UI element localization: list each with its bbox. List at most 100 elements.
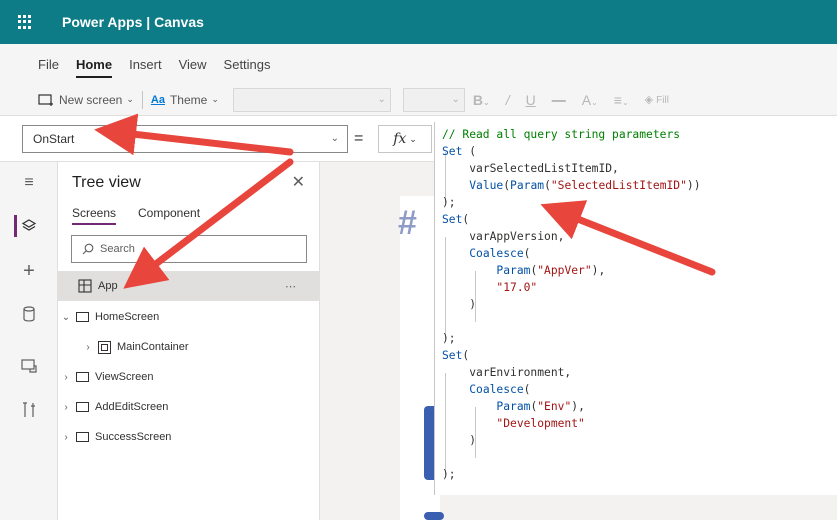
theme-icon: Aa [150, 93, 165, 106]
chevron-right-icon[interactable]: › [60, 372, 72, 383]
new-screen-label: New screen [59, 92, 123, 107]
waffle-icon[interactable] [18, 15, 32, 29]
code-function: Set [442, 145, 463, 158]
code-function: Set [442, 213, 463, 226]
code-line: ); [442, 196, 456, 209]
ribbon-toolbar: New screen ⌄ Aa Theme ⌄ ⌄ ⌄ B⌄ / U ― A⌄ … [0, 84, 837, 116]
screen-icon [76, 402, 89, 412]
code-line: ); [442, 332, 456, 345]
fill-label: Fill [656, 95, 669, 106]
app-icon [78, 279, 92, 293]
code-line: Value(Param("SelectedListItemID")) [469, 179, 701, 192]
menu-settings[interactable]: Settings [224, 57, 271, 72]
equals-sign: = [354, 130, 364, 147]
toolbar-divider [141, 90, 143, 109]
code-string: "SelectedListItemID" [550, 179, 687, 192]
fill-button[interactable]: ◈ Fill [645, 93, 669, 106]
new-screen-button[interactable]: New screen ⌄ [38, 93, 134, 107]
canvas-button [424, 512, 444, 520]
search-icon [82, 243, 94, 255]
code-line: ) [442, 298, 477, 311]
tree-item-label: ViewScreen [95, 371, 154, 383]
chevron-down-icon[interactable]: ⌄ [60, 312, 72, 323]
layers-icon[interactable] [0, 218, 58, 239]
tab-components[interactable]: Component [138, 206, 200, 220]
code-variable: varAppVersion, [469, 230, 565, 243]
code-line: Set( [442, 349, 470, 362]
hash-icon: # [398, 204, 417, 242]
chevron-down-icon: ⌄ [211, 94, 219, 104]
align-icon[interactable]: ≡⌄ [614, 92, 629, 108]
menu-view[interactable]: View [179, 57, 207, 72]
tree-item-addeditscreen[interactable]: › AddEditScreen [58, 392, 319, 422]
menu-file[interactable]: File [38, 57, 59, 72]
more-options-icon[interactable]: ⋯ [285, 280, 297, 293]
tree-item-label: HomeScreen [95, 311, 160, 323]
code-function: Value [469, 179, 504, 192]
italic-icon[interactable]: / [506, 92, 510, 108]
code-string: "AppVer" [537, 264, 592, 277]
tree-item-label: App [98, 280, 118, 292]
code-line: varSelectedListItemID, [442, 160, 619, 177]
fx-label: fx [393, 131, 407, 147]
formula-editor[interactable]: // Read all query string parameters Set … [434, 122, 837, 495]
close-icon[interactable]: ✕ [292, 172, 305, 192]
code-function: Coalesce [469, 247, 524, 260]
chevron-right-icon[interactable]: › [60, 432, 72, 443]
code-variable: varSelectedListItemID, [469, 162, 619, 175]
tree-search-input[interactable]: Search [71, 235, 307, 263]
code-line: "Development" [442, 415, 585, 432]
code-line: Coalesce( [469, 383, 531, 396]
search-placeholder: Search [100, 243, 135, 255]
chevron-right-icon[interactable]: › [82, 342, 94, 353]
code-line: Param("AppVer"), [496, 264, 606, 277]
menu-home[interactable]: Home [75, 57, 113, 78]
code-line: Set( [442, 213, 470, 226]
theme-button[interactable]: Aa Theme ⌄ [151, 93, 219, 107]
underline-icon[interactable]: U [526, 92, 536, 108]
code-line: // Read all query string parameters [442, 126, 680, 143]
chevron-down-icon: ⌄ [330, 133, 339, 144]
fx-button[interactable]: fx ⌄ [378, 125, 432, 153]
tree-item-label: MainContainer [117, 341, 189, 353]
strikethrough-icon[interactable]: ― [552, 92, 566, 108]
code-line: ); [442, 468, 456, 481]
code-string: "17.0" [496, 281, 538, 294]
code-string: "Development" [496, 417, 585, 430]
font-color-icon[interactable]: A⌄ [582, 92, 598, 108]
font-size-select[interactable]: ⌄ [402, 87, 465, 112]
code-function: Param [510, 179, 545, 192]
font-family-select[interactable]: ⌄ [232, 87, 391, 112]
property-value: OnStart [33, 132, 75, 146]
chevron-down-icon: ⌄ [409, 133, 417, 144]
code-line: "17.0" [442, 279, 537, 296]
tree-item-successscreen[interactable]: › SuccessScreen [58, 422, 319, 452]
code-function: Param [496, 264, 531, 277]
code-line: Param("Env"), [496, 400, 585, 413]
code-line: varAppVersion, [442, 228, 564, 245]
media-icon[interactable] [0, 358, 58, 379]
screen-icon [76, 372, 89, 382]
insert-plus-icon[interactable]: + [0, 260, 58, 283]
app-title: Power Apps | Canvas [62, 14, 204, 30]
code-line: Coalesce( [469, 247, 531, 260]
hamburger-menu-icon[interactable]: ≡ [0, 174, 58, 192]
menu-insert[interactable]: Insert [129, 57, 162, 72]
property-dropdown[interactable]: OnStart ⌄ [22, 125, 348, 153]
menu-bar: File Home Insert View Settings [0, 44, 837, 84]
screen-icon [76, 312, 89, 322]
tree-item-maincontainer[interactable]: › MainContainer [58, 332, 319, 362]
theme-label: Theme [169, 92, 208, 107]
tree-item-homescreen[interactable]: ⌄ HomeScreen [58, 302, 319, 332]
code-string: "Env" [537, 400, 572, 413]
tree-item-label: SuccessScreen [95, 431, 172, 443]
chevron-right-icon[interactable]: › [60, 402, 72, 413]
tree-item-viewscreen[interactable]: › ViewScreen [58, 362, 319, 392]
tab-screens[interactable]: Screens [72, 206, 117, 225]
bold-icon[interactable]: B⌄ [473, 92, 490, 108]
tree-item-app[interactable]: App ⋯ [58, 271, 319, 301]
title-bar: Power Apps | Canvas [0, 0, 837, 44]
data-icon[interactable] [0, 306, 58, 327]
new-screen-icon [38, 93, 53, 106]
tools-icon[interactable] [0, 402, 58, 423]
